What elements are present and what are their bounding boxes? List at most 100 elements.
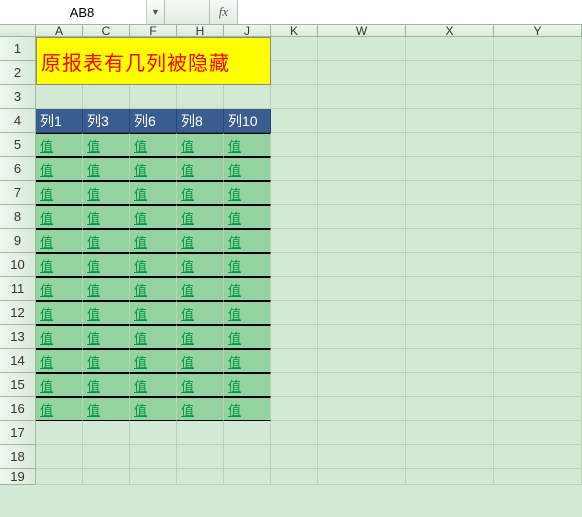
cell[interactable] [494, 205, 582, 229]
cell[interactable] [406, 229, 494, 253]
cell[interactable] [494, 85, 582, 109]
cell[interactable] [406, 181, 494, 205]
table-data-cell[interactable]: 值 [177, 181, 224, 205]
table-data-cell[interactable]: 值 [130, 397, 177, 421]
table-data-cell[interactable]: 值 [177, 373, 224, 397]
table-data-cell[interactable]: 值 [83, 181, 130, 205]
row-header-15[interactable]: 15 [0, 373, 36, 397]
cell[interactable] [318, 349, 406, 373]
cell[interactable] [271, 37, 318, 61]
cell[interactable] [494, 349, 582, 373]
table-data-cell[interactable]: 值 [36, 325, 83, 349]
table-data-cell[interactable]: 值 [130, 133, 177, 157]
cell[interactable] [406, 37, 494, 61]
cell[interactable] [224, 421, 271, 445]
select-all-corner[interactable] [0, 25, 36, 37]
name-box-dropdown[interactable]: ▼ [146, 0, 164, 24]
table-data-cell[interactable]: 值 [130, 277, 177, 301]
table-data-cell[interactable]: 值 [36, 253, 83, 277]
cell[interactable] [494, 181, 582, 205]
cell[interactable] [36, 469, 83, 485]
table-data-cell[interactable]: 值 [36, 229, 83, 253]
table-data-cell[interactable]: 值 [130, 229, 177, 253]
table-data-cell[interactable]: 值 [83, 349, 130, 373]
cell[interactable] [177, 469, 224, 485]
row-header-18[interactable]: 18 [0, 445, 36, 469]
cell[interactable] [224, 85, 271, 109]
fx-icon[interactable]: fx [210, 0, 238, 24]
table-data-cell[interactable]: 值 [36, 373, 83, 397]
cell[interactable] [318, 421, 406, 445]
cell[interactable] [318, 469, 406, 485]
cell[interactable] [130, 469, 177, 485]
cell[interactable] [271, 157, 318, 181]
column-header-W[interactable]: W [318, 25, 406, 37]
cell[interactable] [406, 277, 494, 301]
cell[interactable] [271, 301, 318, 325]
cell[interactable] [224, 445, 271, 469]
cell[interactable] [271, 181, 318, 205]
cell[interactable] [494, 253, 582, 277]
column-header-H[interactable]: H [177, 25, 224, 37]
cell[interactable] [406, 205, 494, 229]
cell[interactable] [318, 277, 406, 301]
column-header-F[interactable]: F [130, 25, 177, 37]
row-header-1[interactable]: 1 [0, 37, 36, 61]
cell[interactable] [271, 373, 318, 397]
row-header-3[interactable]: 3 [0, 85, 36, 109]
cell[interactable] [406, 421, 494, 445]
cell[interactable] [494, 61, 582, 85]
cell[interactable] [406, 469, 494, 485]
table-data-cell[interactable]: 值 [36, 301, 83, 325]
table-data-cell[interactable]: 值 [177, 205, 224, 229]
cell[interactable] [83, 85, 130, 109]
cell[interactable] [406, 253, 494, 277]
table-data-cell[interactable]: 值 [177, 397, 224, 421]
table-data-cell[interactable]: 值 [224, 397, 271, 421]
cell[interactable] [318, 445, 406, 469]
cell[interactable] [494, 157, 582, 181]
cell[interactable] [318, 37, 406, 61]
cell[interactable] [318, 229, 406, 253]
table-data-cell[interactable]: 值 [36, 181, 83, 205]
table-data-cell[interactable]: 值 [224, 373, 271, 397]
cell[interactable] [271, 421, 318, 445]
row-header-17[interactable]: 17 [0, 421, 36, 445]
table-data-cell[interactable]: 值 [36, 133, 83, 157]
table-data-cell[interactable]: 值 [130, 373, 177, 397]
cell[interactable] [494, 277, 582, 301]
row-header-7[interactable]: 7 [0, 181, 36, 205]
cell[interactable] [271, 229, 318, 253]
cell[interactable] [406, 85, 494, 109]
cell[interactable] [494, 229, 582, 253]
row-header-11[interactable]: 11 [0, 277, 36, 301]
table-data-cell[interactable]: 值 [130, 157, 177, 181]
cell[interactable] [406, 397, 494, 421]
cell[interactable] [494, 109, 582, 133]
cell[interactable] [406, 109, 494, 133]
cell[interactable] [271, 205, 318, 229]
formula-input[interactable] [238, 0, 582, 24]
table-data-cell[interactable]: 值 [177, 277, 224, 301]
row-header-19[interactable]: 19 [0, 469, 36, 485]
table-header-cell[interactable]: 列3 [83, 109, 130, 133]
table-data-cell[interactable]: 值 [83, 229, 130, 253]
table-data-cell[interactable]: 值 [177, 133, 224, 157]
column-header-Y[interactable]: Y [494, 25, 582, 37]
cell[interactable] [406, 133, 494, 157]
cell[interactable] [83, 445, 130, 469]
cell[interactable] [271, 61, 318, 85]
table-data-cell[interactable]: 值 [224, 325, 271, 349]
cell[interactable] [494, 445, 582, 469]
table-data-cell[interactable]: 值 [83, 205, 130, 229]
row-header-6[interactable]: 6 [0, 157, 36, 181]
cell[interactable] [36, 85, 83, 109]
cell[interactable] [406, 157, 494, 181]
table-data-cell[interactable]: 值 [130, 301, 177, 325]
cell[interactable] [406, 373, 494, 397]
cell[interactable] [271, 133, 318, 157]
table-data-cell[interactable]: 值 [83, 157, 130, 181]
cell[interactable] [494, 421, 582, 445]
table-data-cell[interactable]: 值 [83, 133, 130, 157]
table-header-cell[interactable]: 列6 [130, 109, 177, 133]
